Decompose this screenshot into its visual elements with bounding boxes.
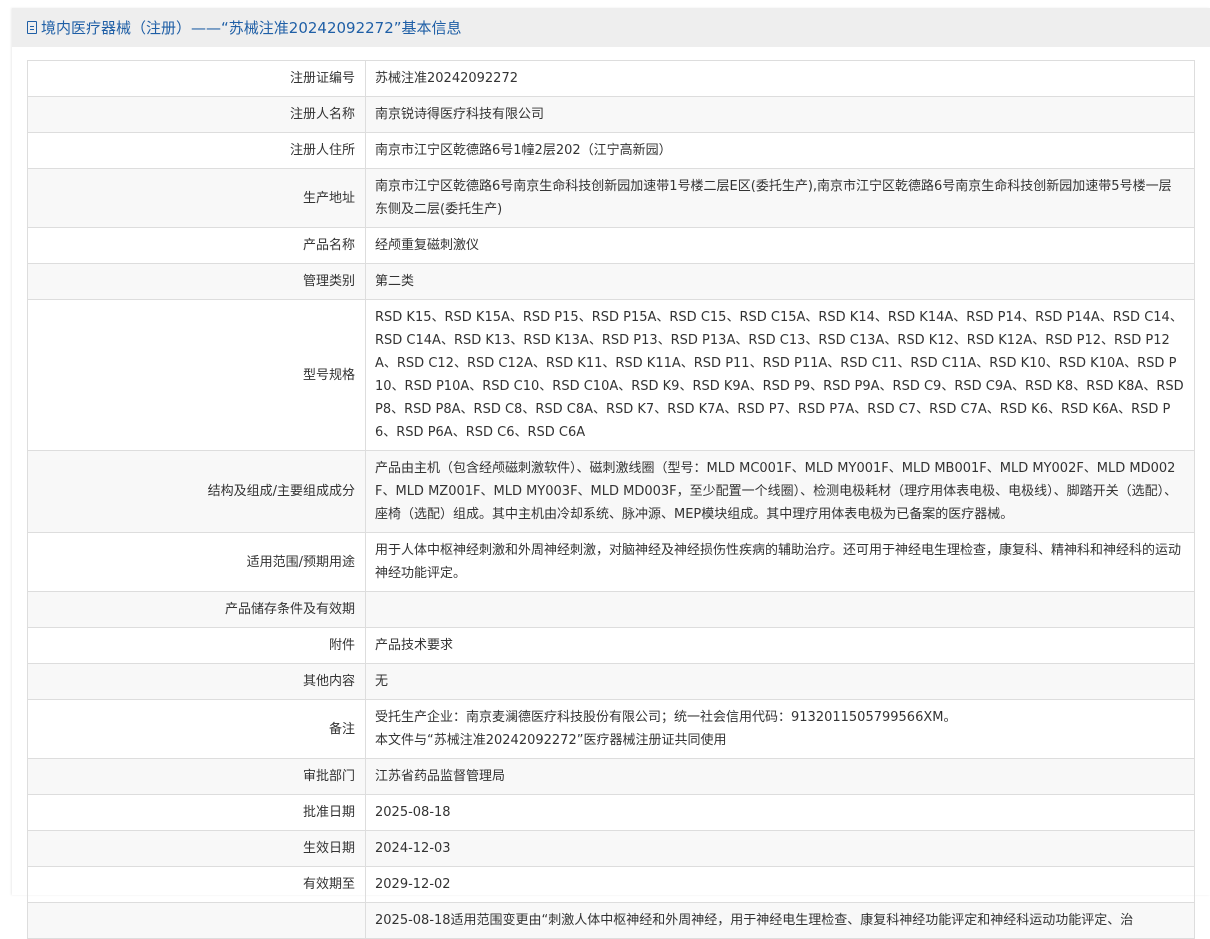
table-row: 备注 受托生产企业：南京麦澜德医疗科技股份有限公司；统一社会信用代码：91320… bbox=[27, 699, 1195, 759]
table-row: 产品储存条件及有效期 bbox=[27, 591, 1195, 628]
row-label: 有效期至 bbox=[27, 866, 366, 903]
row-label: 产品名称 bbox=[27, 227, 366, 264]
row-value: 第二类 bbox=[365, 263, 1195, 300]
table-row: 适用范围/预期用途 用于人体中枢神经刺激和外周神经刺激，对脑神经及神经损伤性疾病… bbox=[27, 532, 1195, 592]
row-value: 2029-12-02 bbox=[365, 866, 1195, 903]
row-label: 注册人住所 bbox=[27, 132, 366, 169]
table-row: 生效日期 2024-12-03 bbox=[27, 830, 1195, 867]
page-title: 境内医疗器械（注册）——“苏械注准20242092272”基本信息 bbox=[41, 19, 462, 37]
row-label: 型号规格 bbox=[27, 299, 366, 451]
table-row: 型号规格 RSD K15、RSD K15A、RSD P15、RSD P15A、R… bbox=[27, 299, 1195, 451]
row-label: 产品储存条件及有效期 bbox=[27, 591, 366, 628]
table-row: 附件 产品技术要求 bbox=[27, 627, 1195, 664]
row-value: 用于人体中枢神经刺激和外周神经刺激，对脑神经及神经损伤性疾病的辅助治疗。还可用于… bbox=[365, 532, 1195, 592]
table-row: 注册人名称 南京锐诗得医疗科技有限公司 bbox=[27, 96, 1195, 133]
row-value bbox=[365, 591, 1195, 628]
row-value: 产品由主机（包含经颅磁刺激软件）、磁刺激线圈（型号：MLD MC001F、MLD… bbox=[365, 450, 1195, 533]
document-icon bbox=[27, 21, 37, 34]
info-table: 注册证编号 苏械注准20242092272 注册人名称 南京锐诗得医疗科技有限公… bbox=[27, 60, 1195, 939]
row-value: 2025-08-18适用范围变更由“刺激人体中枢神经和外周神经，用于神经电生理检… bbox=[365, 902, 1195, 939]
remark-line-1: 受托生产企业：南京麦澜德医疗科技股份有限公司；统一社会信用代码：91320115… bbox=[375, 710, 957, 725]
row-value: 产品技术要求 bbox=[365, 627, 1195, 664]
table-row: 管理类别 第二类 bbox=[27, 263, 1195, 300]
row-label: 生效日期 bbox=[27, 830, 366, 867]
table-row: 注册证编号 苏械注准20242092272 bbox=[27, 60, 1195, 97]
panel-header: 境内医疗器械（注册）——“苏械注准20242092272”基本信息 bbox=[12, 8, 1210, 47]
row-label: 附件 bbox=[27, 627, 366, 664]
row-label: 其他内容 bbox=[27, 663, 366, 700]
table-row: 其他内容 无 bbox=[27, 663, 1195, 700]
table-row: 结构及组成/主要组成成分 产品由主机（包含经颅磁刺激软件）、磁刺激线圈（型号：M… bbox=[27, 450, 1195, 533]
row-value: 南京市江宁区乾德路6号1幢2层202（江宁高新园） bbox=[365, 132, 1195, 169]
row-value: 苏械注准20242092272 bbox=[365, 60, 1195, 97]
row-value: 南京锐诗得医疗科技有限公司 bbox=[365, 96, 1195, 133]
row-value: 受托生产企业：南京麦澜德医疗科技股份有限公司；统一社会信用代码：91320115… bbox=[365, 699, 1195, 759]
row-value: 2024-12-03 bbox=[365, 830, 1195, 867]
remark-line-2: 本文件与“苏械注准20242092272”医疗器械注册证共同使用 bbox=[375, 733, 727, 748]
row-label: 审批部门 bbox=[27, 758, 366, 795]
row-value: RSD K15、RSD K15A、RSD P15、RSD P15A、RSD C1… bbox=[365, 299, 1195, 451]
row-label bbox=[27, 902, 366, 939]
table-row: 有效期至 2029-12-02 bbox=[27, 866, 1195, 903]
table-row: 批准日期 2025-08-18 bbox=[27, 794, 1195, 831]
row-label: 结构及组成/主要组成成分 bbox=[27, 450, 366, 533]
row-label: 注册人名称 bbox=[27, 96, 366, 133]
row-value: 无 bbox=[365, 663, 1195, 700]
row-label: 备注 bbox=[27, 699, 366, 759]
table-row: 生产地址 南京市江宁区乾德路6号南京生命科技创新园加速带1号楼二层E区(委托生产… bbox=[27, 168, 1195, 228]
row-label: 注册证编号 bbox=[27, 60, 366, 97]
table-row: 审批部门 江苏省药品监督管理局 bbox=[27, 758, 1195, 795]
row-label: 适用范围/预期用途 bbox=[27, 532, 366, 592]
row-label: 管理类别 bbox=[27, 263, 366, 300]
row-label: 批准日期 bbox=[27, 794, 366, 831]
table-row: 注册人住所 南京市江宁区乾德路6号1幢2层202（江宁高新园） bbox=[27, 132, 1195, 169]
detail-panel: 境内医疗器械（注册）——“苏械注准20242092272”基本信息 注册证编号 … bbox=[12, 8, 1210, 939]
row-value: 2025-08-18 bbox=[365, 794, 1195, 831]
row-value: 江苏省药品监督管理局 bbox=[365, 758, 1195, 795]
table-row: 2025-08-18适用范围变更由“刺激人体中枢神经和外周神经，用于神经电生理检… bbox=[27, 902, 1195, 939]
table-row: 产品名称 经颅重复磁刺激仪 bbox=[27, 227, 1195, 264]
row-value: 南京市江宁区乾德路6号南京生命科技创新园加速带1号楼二层E区(委托生产),南京市… bbox=[365, 168, 1195, 228]
row-label: 生产地址 bbox=[27, 168, 366, 228]
row-value: 经颅重复磁刺激仪 bbox=[365, 227, 1195, 264]
